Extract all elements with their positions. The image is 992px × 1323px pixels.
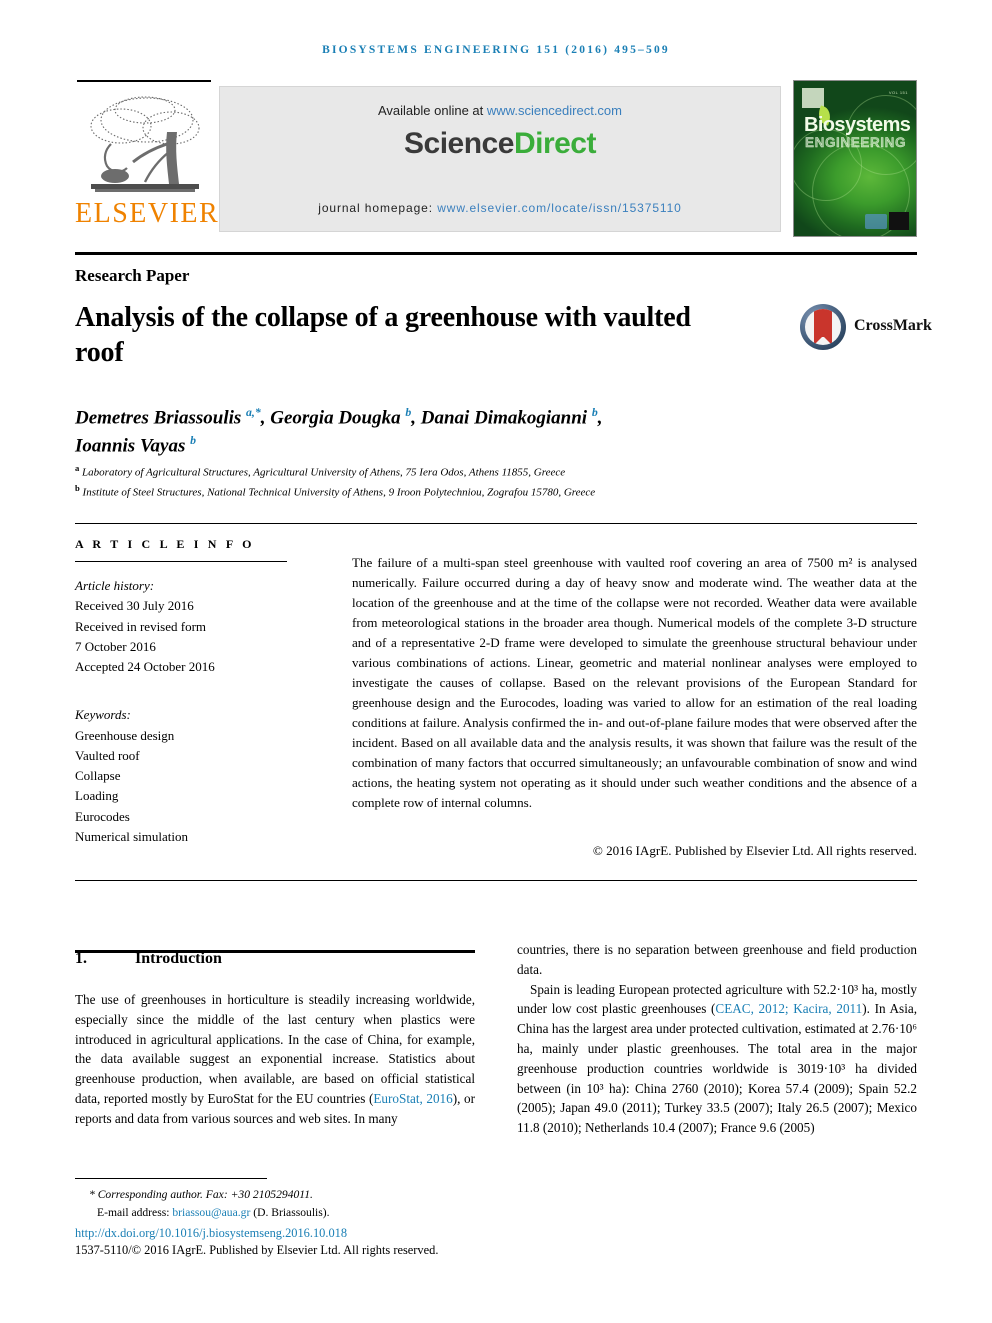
crossmark-icon (800, 304, 846, 350)
body-column-right: countries, there is no separation betwee… (517, 940, 917, 1138)
keyword-item: Collapse (75, 768, 121, 784)
author-3-name: , Danai Dimakogianni (411, 407, 592, 429)
sciencedirect-wordmark-science: Science (404, 127, 514, 160)
affiliation-b-text: Institute of Steel Structures, National … (79, 487, 596, 500)
doi-link[interactable]: http://dx.doi.org/10.1016/j.biosystemsen… (75, 1226, 347, 1241)
keywords-label: Keywords: (75, 707, 131, 723)
section-number: 1. (75, 950, 87, 967)
keyword-item: Greenhouse design (75, 727, 175, 743)
email-owner: (D. Briassoulis). (250, 1205, 330, 1219)
elsevier-top-rule (77, 80, 211, 82)
citation-link-ceac-kacira[interactable]: CEAC, 2012; Kacira, 2011 (715, 1001, 862, 1016)
journal-homepage-label: journal homepage: (318, 201, 438, 215)
sciencedirect-wordmark-direct: Direct (513, 127, 597, 160)
affiliation-b: b Institute of Steel Structures, Nationa… (75, 482, 915, 502)
citation-link-eurostat[interactable]: EuroStat, 2016 (373, 1091, 452, 1106)
abstract-top-divider (75, 523, 917, 524)
abstract-copyright: © 2016 IAgrE. Published by Elsevier Ltd.… (592, 843, 917, 858)
journal-homepage-link[interactable]: www.elsevier.com/locate/issn/15375110 (437, 201, 682, 215)
crossmark-ribbon-icon (814, 309, 832, 345)
email-note: E-mail address: briassou@aua.gr (D. Bria… (75, 1204, 545, 1222)
author-4-name: Ioannis Vayas (75, 435, 191, 457)
article-history-item: 7 October 2016 (75, 638, 156, 654)
article-history-block: Article history: Received 30 July 2016 R… (75, 576, 307, 677)
paragraph: Spain is leading European protected agri… (517, 980, 917, 1138)
masthead: ELSEVIER Available online at www.science… (75, 78, 917, 238)
keyword-item: Eurocodes (75, 808, 130, 824)
article-type-label: Research Paper (75, 266, 190, 285)
affiliation-list: a Laboratory of Agricultural Structures,… (75, 462, 915, 503)
cover-badge-primary (889, 212, 909, 230)
author-4-affil-marker[interactable]: b (190, 434, 196, 447)
section-title: Introduction (135, 950, 222, 967)
author-list: Demetres Briassoulis a,*, Georgia Dougka… (75, 404, 875, 460)
paragraph-text: The use of greenhouses in horticulture i… (75, 992, 475, 1106)
email-label: E-mail address: (97, 1205, 173, 1219)
author-separator: , (597, 407, 603, 429)
available-online-label: Available online at (377, 103, 487, 118)
available-online-line: Available online at www.sciencedirect.co… (220, 103, 780, 118)
email-link[interactable]: briassou@aua.gr (172, 1206, 250, 1219)
article-history-item: Received 30 July 2016 (75, 598, 194, 614)
article-info-heading: A R T I C L E I N F O (75, 537, 255, 551)
sciencedirect-panel: Available online at www.sciencedirect.co… (219, 86, 781, 232)
paragraph: The use of greenhouses in horticulture i… (75, 990, 475, 1129)
article-history-item: Accepted 24 October 2016 (75, 659, 215, 675)
journal-running-head: Biosystems Engineering 151 (2016) 495–50… (322, 44, 670, 56)
article-info-column: A R T I C L E I N F O Article history: R… (75, 537, 307, 847)
masthead-divider (75, 252, 917, 255)
corresponding-author-note: * Corresponding author. Fax: +30 2105294… (89, 1188, 313, 1201)
cover-title-engineering: ENGINEERING (805, 135, 907, 150)
cover-volume-label: VOL 151 (888, 90, 908, 95)
elsevier-tree-icon (81, 92, 209, 200)
abstract-text: The failure of a multi-span steel greenh… (352, 555, 917, 811)
crossmark-badge[interactable]: CrossMark (800, 304, 932, 352)
author-1-name: Demetres Briassoulis (75, 407, 247, 429)
elsevier-wordmark: ELSEVIER (75, 198, 220, 229)
author-2-name: , Georgia Dougka (260, 407, 406, 429)
sciencedirect-wordmark: ScienceDirect (220, 127, 780, 161)
author-1-affil-marker[interactable]: a,* (246, 406, 261, 419)
article-history-item: Received in revised form (75, 618, 207, 634)
keyword-item: Loading (75, 788, 119, 804)
keywords-block: Keywords: Greenhouse design Vaulted roof… (75, 705, 307, 847)
keyword-item: Numerical simulation (75, 828, 189, 844)
paragraph: countries, there is no separation betwee… (517, 942, 917, 977)
affiliation-a: a Laboratory of Agricultural Structures,… (75, 462, 915, 482)
footnote-divider (75, 1178, 267, 1179)
paragraph-text-cont: ). In Asia, China has the largest area u… (517, 1001, 918, 1136)
keyword-item: Vaulted roof (75, 747, 140, 763)
body-column-left: 1. Introduction The use of greenhouses in… (75, 950, 475, 1129)
article-info-rule (75, 561, 287, 562)
affiliation-a-text: Laboratory of Agricultural Structures, A… (79, 466, 566, 479)
sciencedirect-link[interactable]: www.sciencedirect.com (487, 103, 622, 118)
elsevier-logo: ELSEVIER (75, 78, 220, 238)
cover-badge-secondary (865, 214, 887, 229)
article-history-label: Article history: (75, 578, 155, 593)
page-title: Analysis of the collapse of a greenhouse… (75, 302, 691, 369)
journal-cover-thumbnail: VOL 151 Biosystems ENGINEERING (793, 80, 917, 237)
footnote-block: * Corresponding author. Fax: +30 2105294… (75, 1186, 545, 1221)
issn-copyright-line: 1537-5110/© 2016 IAgrE. Published by Els… (75, 1243, 439, 1257)
section-heading-introduction: 1. Introduction (75, 950, 475, 968)
paper-page: Biosystems Engineering 151 (2016) 495–50… (0, 0, 992, 1323)
abstract-bottom-divider (75, 880, 917, 881)
crossmark-label: CrossMark (854, 317, 932, 334)
cover-title-biosystems: Biosystems (804, 114, 911, 136)
crossmark-icon-inner (805, 309, 841, 345)
journal-homepage-line: journal homepage: www.elsevier.com/locat… (220, 201, 780, 215)
